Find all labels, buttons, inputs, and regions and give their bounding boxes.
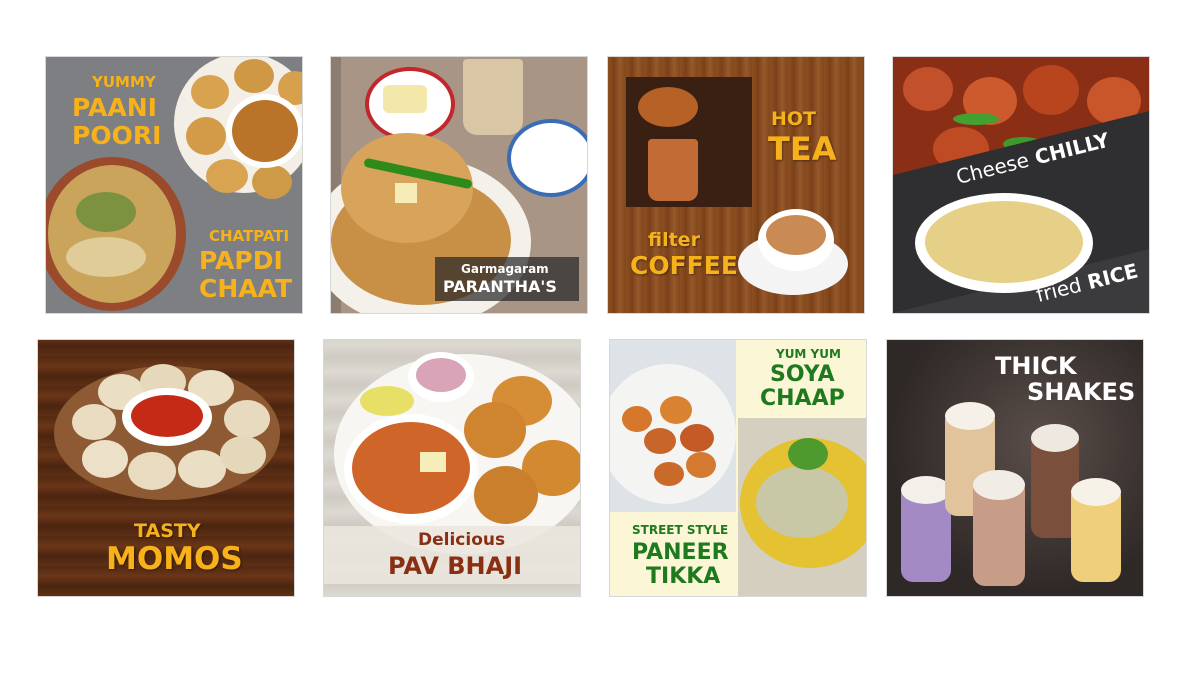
momos-title: MOMOS xyxy=(106,541,243,577)
yummy-label: YUMMY xyxy=(92,73,156,91)
chaat-title: CHAAT xyxy=(199,274,293,303)
filter-label: filter xyxy=(648,229,700,251)
rice-label: RICE xyxy=(1084,258,1141,295)
tile-tea-coffee: HOT TEA filter COFFEE xyxy=(608,57,864,313)
shakes-title: SHAKES xyxy=(1027,378,1136,406)
tile-momos: TASTY MOMOS xyxy=(38,340,294,596)
chaap-title: CHAAP xyxy=(760,386,845,411)
butter-cube xyxy=(395,183,417,203)
pav-bhaji-title: PAV BHAJI xyxy=(388,552,523,580)
lemon-slices xyxy=(360,386,414,416)
hot-label: HOT xyxy=(771,108,817,130)
street-style-label: STREET STYLE xyxy=(632,523,729,537)
delicious-label: Delicious xyxy=(418,530,506,550)
tea-glass xyxy=(463,59,523,135)
tile-chinese: Cheese CHILLY fried RICE xyxy=(893,57,1149,313)
fried-rice-image xyxy=(925,201,1083,283)
tile-soya-paneer: YUM YUM SOYA CHAAP STREET STYLE PANEER T… xyxy=(610,340,866,596)
tile-thick-shakes: THICK SHAKES xyxy=(887,340,1143,596)
tea-title: TEA xyxy=(768,130,837,168)
shake-glass-chocolate xyxy=(973,486,1025,586)
thick-title: THICK xyxy=(995,352,1077,380)
butter-on-bhaji xyxy=(420,452,446,472)
tasty-label: TASTY xyxy=(134,520,201,542)
coffee-title: COFFEE xyxy=(630,251,738,280)
tile-pav-bhaji: Delicious PAV BHAJI xyxy=(324,340,580,596)
curd-bowl xyxy=(507,119,587,197)
tile-paani-poori-chaat: YUMMY PAANI POORI CHATPATI PAPDI CHAAT xyxy=(46,57,302,313)
papdi-title: PAPDI xyxy=(199,246,283,275)
paranthas-title: PARANTHA'S xyxy=(443,277,557,296)
yum-yum-label: YUM YUM xyxy=(776,347,841,361)
tile-paranthas: Garmagaram PARANTHA'S xyxy=(331,57,587,313)
garmagaram-label: Garmagaram xyxy=(461,262,549,276)
papdi-chaat-image xyxy=(48,165,176,303)
bhaji-image xyxy=(352,422,470,514)
momos-image xyxy=(72,404,116,440)
tea-kulhad xyxy=(648,139,698,201)
paani-title: PAANI xyxy=(72,93,157,122)
paneer-title: PANEER xyxy=(632,540,729,565)
poori-title: POORI xyxy=(72,121,162,150)
soya-title: SOYA xyxy=(770,362,835,387)
tikka-title: TIKKA xyxy=(646,564,721,589)
poori-image xyxy=(191,75,229,109)
chatpati-label: CHATPATI xyxy=(209,227,290,245)
